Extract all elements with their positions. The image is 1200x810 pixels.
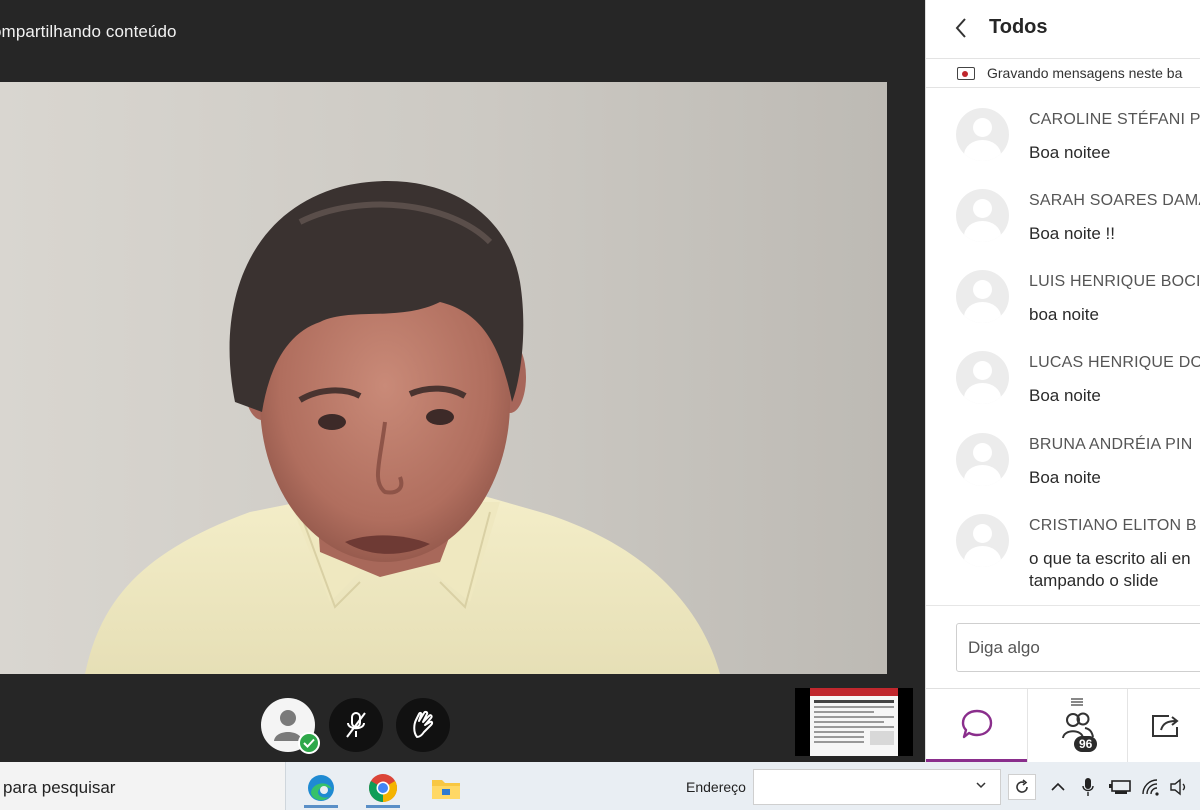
avatar [956, 351, 1009, 404]
chat-message: BRUNA ANDRÉIA PIN Boa noite [926, 420, 1200, 500]
show-hidden-icons[interactable] [1048, 776, 1068, 798]
address-dropdown[interactable] [975, 778, 987, 790]
tray-microphone[interactable] [1078, 776, 1098, 798]
message-text: boa noite [1029, 305, 1099, 324]
address-toolbar-label: Endereço [686, 779, 746, 795]
participant-video [0, 82, 887, 674]
back-chevron-icon [955, 18, 966, 38]
avatar [956, 108, 1009, 161]
microphone-icon [1082, 778, 1094, 796]
avatar [956, 433, 1009, 486]
shared-slide-thumbnail[interactable] [795, 688, 913, 756]
avatar [956, 514, 1009, 567]
back-button[interactable] [952, 16, 972, 40]
chrome-icon [369, 774, 397, 802]
windows-taskbar: para pesquisar Endereço [0, 762, 1200, 810]
chat-input-area [926, 605, 1200, 687]
message-list[interactable]: CAROLINE STÉFANI P Boa noitee SARAH SOAR… [926, 95, 1200, 605]
meeting-controls [0, 676, 925, 762]
message-author: SARAH SOARES DAMA [1029, 192, 1200, 209]
taskbar-chrome[interactable] [358, 768, 408, 808]
chat-title: Todos [989, 16, 1048, 38]
raise-hand-button[interactable] [396, 698, 450, 752]
tray-network[interactable] [1108, 776, 1134, 798]
message-text: Boa noite !! [1029, 224, 1116, 243]
active-indicator [304, 805, 338, 808]
volume-icon [1170, 778, 1186, 796]
chat-message: LUCAS HENRIQUE DO Boa noite [926, 338, 1200, 418]
slide-preview [810, 688, 898, 756]
avatar [956, 189, 1009, 242]
chat-message-input[interactable] [956, 623, 1200, 672]
panel-tab-bar: 96 [926, 688, 1200, 762]
tray-volume[interactable] [1168, 776, 1190, 798]
message-author: BRUNA ANDRÉIA PIN [1029, 436, 1193, 453]
wifi-icon [1142, 779, 1159, 796]
address-go-button[interactable] [1008, 774, 1036, 800]
drag-handle[interactable] [1071, 693, 1083, 706]
video-feed-image [0, 82, 887, 674]
chat-header: Todos [926, 0, 1200, 56]
screen: ompartilhando conteúdo Todos Gravando me… [0, 0, 1200, 810]
message-author: LUCAS HENRIQUE DO [1029, 354, 1200, 371]
chat-bubble-icon [961, 709, 992, 739]
chat-message: LUIS HENRIQUE BOCI boa noite [926, 257, 1200, 337]
record-icon [957, 67, 975, 80]
message-text: Boa noite [1029, 468, 1101, 487]
address-input[interactable] [753, 769, 1001, 805]
message-author: CRISTIANO ELITON B [1029, 517, 1197, 534]
chat-message: SARAH SOARES DAMA Boa noite !! [926, 176, 1200, 256]
raise-hand-icon [413, 710, 434, 738]
message-author: LUIS HENRIQUE BOCI [1029, 273, 1200, 290]
meeting-stage: ompartilhando conteúdo [0, 0, 925, 762]
recording-notice: Gravando mensagens neste ba [926, 58, 1200, 88]
microphone-toggle-button[interactable] [329, 698, 383, 752]
active-indicator [366, 805, 400, 808]
taskbar-file-explorer[interactable] [421, 768, 471, 808]
tab-chat[interactable] [926, 689, 1027, 762]
check-icon [303, 738, 315, 748]
drag-handle-icon [1071, 698, 1083, 706]
share-icon [1151, 715, 1179, 737]
message-text: Boa noitee [1029, 143, 1111, 162]
message-author: CAROLINE STÉFANI P [1029, 111, 1200, 128]
taskbar-search-text: para pesquisar [3, 778, 116, 797]
message-text-line-2: tampando o slide [1029, 571, 1159, 590]
status-check-badge [298, 732, 320, 754]
chat-message: CAROLINE STÉFANI P Boa noitee [926, 95, 1200, 175]
chevron-down-icon [976, 782, 986, 789]
message-text: Boa noite [1029, 386, 1101, 405]
share-status-text: ompartilhando conteúdo [0, 22, 177, 41]
recording-notice-text: Gravando mensagens neste ba [987, 65, 1183, 81]
tray-chevron-icon [1051, 782, 1065, 791]
chat-message: CRISTIANO ELITON B o que ta escrito ali … [926, 501, 1200, 605]
taskbar-edge[interactable] [296, 768, 346, 808]
tray-wifi[interactable] [1140, 776, 1162, 798]
avatar [956, 270, 1009, 323]
file-explorer-icon [432, 780, 460, 799]
mic-off-icon [346, 712, 366, 738]
refresh-icon [1016, 779, 1028, 793]
tab-share-content[interactable] [1127, 689, 1200, 762]
edge-icon [308, 775, 334, 801]
participant-count-badge: 96 [1074, 736, 1098, 752]
network-icon [1109, 780, 1131, 794]
chat-panel: Todos Gravando mensagens neste ba CAROLI… [925, 0, 1200, 762]
slide-preview-image [810, 688, 898, 745]
taskbar-search-box[interactable]: para pesquisar [0, 762, 286, 810]
